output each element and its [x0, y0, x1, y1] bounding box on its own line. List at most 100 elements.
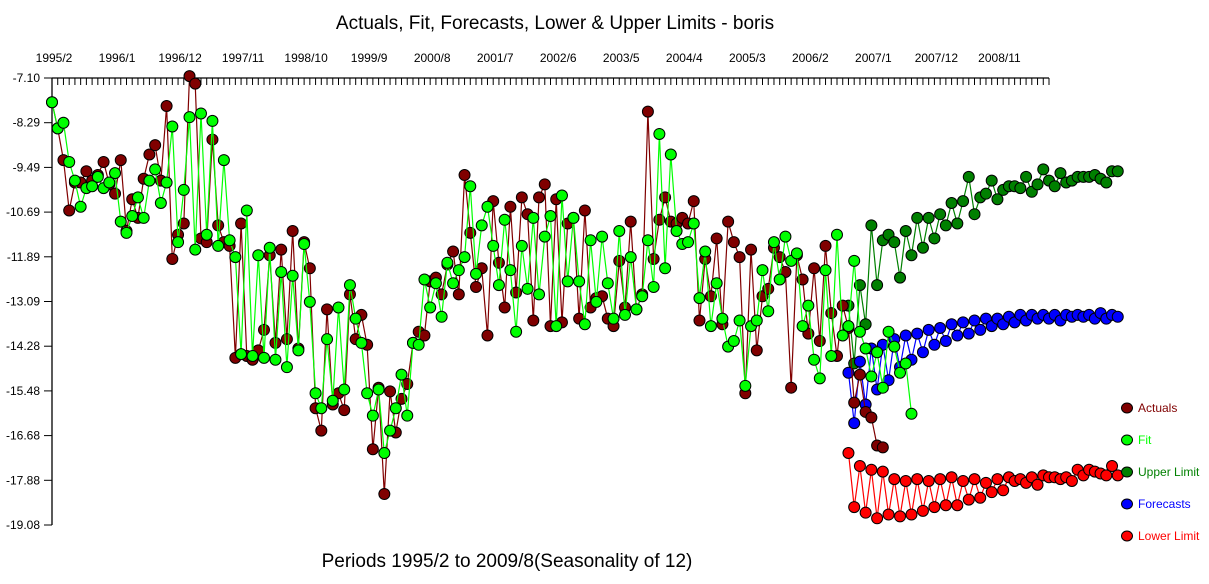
actuals-point — [504, 200, 517, 213]
fit-point — [876, 381, 889, 394]
fit-point — [842, 320, 855, 333]
legend-label: Forecasts — [1138, 497, 1191, 511]
series-layer — [46, 70, 1124, 525]
fit-point — [154, 196, 167, 209]
fit-point — [521, 282, 534, 295]
lower-limit-point — [928, 501, 941, 514]
actuals-point — [819, 239, 832, 252]
fit-point — [641, 234, 654, 247]
lower-limit-point — [962, 493, 975, 506]
fit-point — [739, 379, 752, 392]
forecasts-point — [934, 321, 947, 334]
lower-limit-point — [865, 463, 878, 476]
legend-label: Upper Limit — [1138, 465, 1200, 479]
actuals-point — [813, 335, 826, 348]
fit-point — [429, 277, 442, 290]
fit-point — [538, 230, 551, 243]
y-axis: -7.10 -8.29 -9.49 -10.69 -11.89 -13.09 -14.28 -… — [6, 71, 53, 532]
legend-label: Actuals — [1138, 401, 1177, 415]
upper-limit-point — [911, 211, 924, 224]
y-tick-label: -16.68 — [6, 429, 40, 443]
actuals-point — [315, 424, 328, 437]
fit-point — [280, 361, 293, 374]
actuals-point — [286, 224, 299, 237]
actuals-point — [212, 219, 225, 232]
legend-item-fit: Fit — [1121, 433, 1152, 447]
fit-point — [68, 174, 81, 187]
y-tick-label: -8.29 — [13, 116, 41, 130]
series-lower-limit — [842, 446, 1124, 525]
forecasts-point — [899, 329, 912, 342]
legend-label: Fit — [1138, 433, 1152, 447]
lower-limit-point — [848, 501, 861, 514]
actuals-point — [269, 336, 282, 349]
series-upper-limit — [842, 163, 1124, 370]
upper-limit-point — [871, 279, 884, 292]
forecasts-point — [853, 355, 866, 368]
lower-limit-point — [922, 474, 935, 487]
fit-point — [630, 303, 643, 316]
actuals-point — [727, 236, 740, 249]
actuals-point — [750, 344, 763, 357]
fit-point — [332, 301, 345, 314]
legend-marker — [1121, 466, 1133, 478]
actuals-point — [378, 488, 391, 501]
legend-marker — [1121, 402, 1133, 414]
upper-limit-point — [979, 187, 992, 200]
x-axis — [51, 77, 1050, 85]
fit-point — [773, 273, 786, 286]
fit-point — [544, 210, 557, 223]
upper-limit-point — [1037, 163, 1050, 176]
upper-limit-point — [1048, 180, 1061, 193]
fit-point — [338, 383, 351, 396]
fit-point — [590, 295, 603, 308]
fit-point — [223, 234, 236, 247]
fit-point — [418, 273, 431, 286]
y-tick-label: -19.08 — [6, 518, 40, 532]
fit-point — [372, 383, 385, 396]
fit-point — [424, 301, 437, 314]
fit-point — [74, 200, 87, 213]
fit-point — [458, 251, 471, 264]
x-tick-label: 2005/3 — [729, 51, 766, 65]
fit-point — [578, 318, 591, 331]
actuals-point — [853, 368, 866, 381]
actuals-point — [641, 105, 654, 118]
x-tick-label: 2002/6 — [540, 51, 577, 65]
actuals-point — [624, 215, 637, 228]
actuals-point — [836, 299, 849, 312]
x-tick-label: 2007/1 — [855, 51, 892, 65]
fit-point — [670, 224, 683, 237]
fit-point — [412, 338, 425, 351]
fit-point — [727, 335, 740, 348]
legend-marker — [1121, 498, 1133, 510]
fit-point — [704, 320, 717, 333]
fit-point — [533, 288, 546, 301]
fit-point — [172, 236, 185, 249]
fit-point — [802, 299, 815, 312]
legend-marker — [1121, 434, 1133, 446]
x-axis-title: Periods 1995/2 to 2009/8(Seasonality of … — [322, 551, 693, 572]
actuals-point — [166, 252, 179, 265]
lower-limit-point — [939, 499, 952, 512]
x-tick-labels: 1995/2 1996/1 1996/12 1997/11 1998/10 1999/9 2… — [36, 51, 1021, 65]
upper-limit-point — [865, 219, 878, 232]
fit-point — [487, 239, 500, 252]
lower-limit-point — [974, 491, 987, 504]
fit-point — [120, 226, 133, 239]
lower-limit-point — [876, 465, 889, 478]
lower-limit-point — [934, 473, 947, 486]
fit-point — [510, 325, 523, 338]
actuals-point — [578, 204, 591, 217]
fit-point — [303, 295, 316, 308]
lower-limit-point — [853, 460, 866, 473]
forecasts-point — [939, 335, 952, 348]
actuals-point — [149, 139, 162, 152]
fit-point — [269, 353, 282, 366]
lower-limit-point — [997, 484, 1010, 497]
fit-point — [263, 241, 276, 254]
actuals-point — [114, 154, 127, 167]
lower-limit-point — [991, 473, 1004, 486]
fit-point — [137, 211, 150, 224]
fit-point — [550, 320, 563, 333]
